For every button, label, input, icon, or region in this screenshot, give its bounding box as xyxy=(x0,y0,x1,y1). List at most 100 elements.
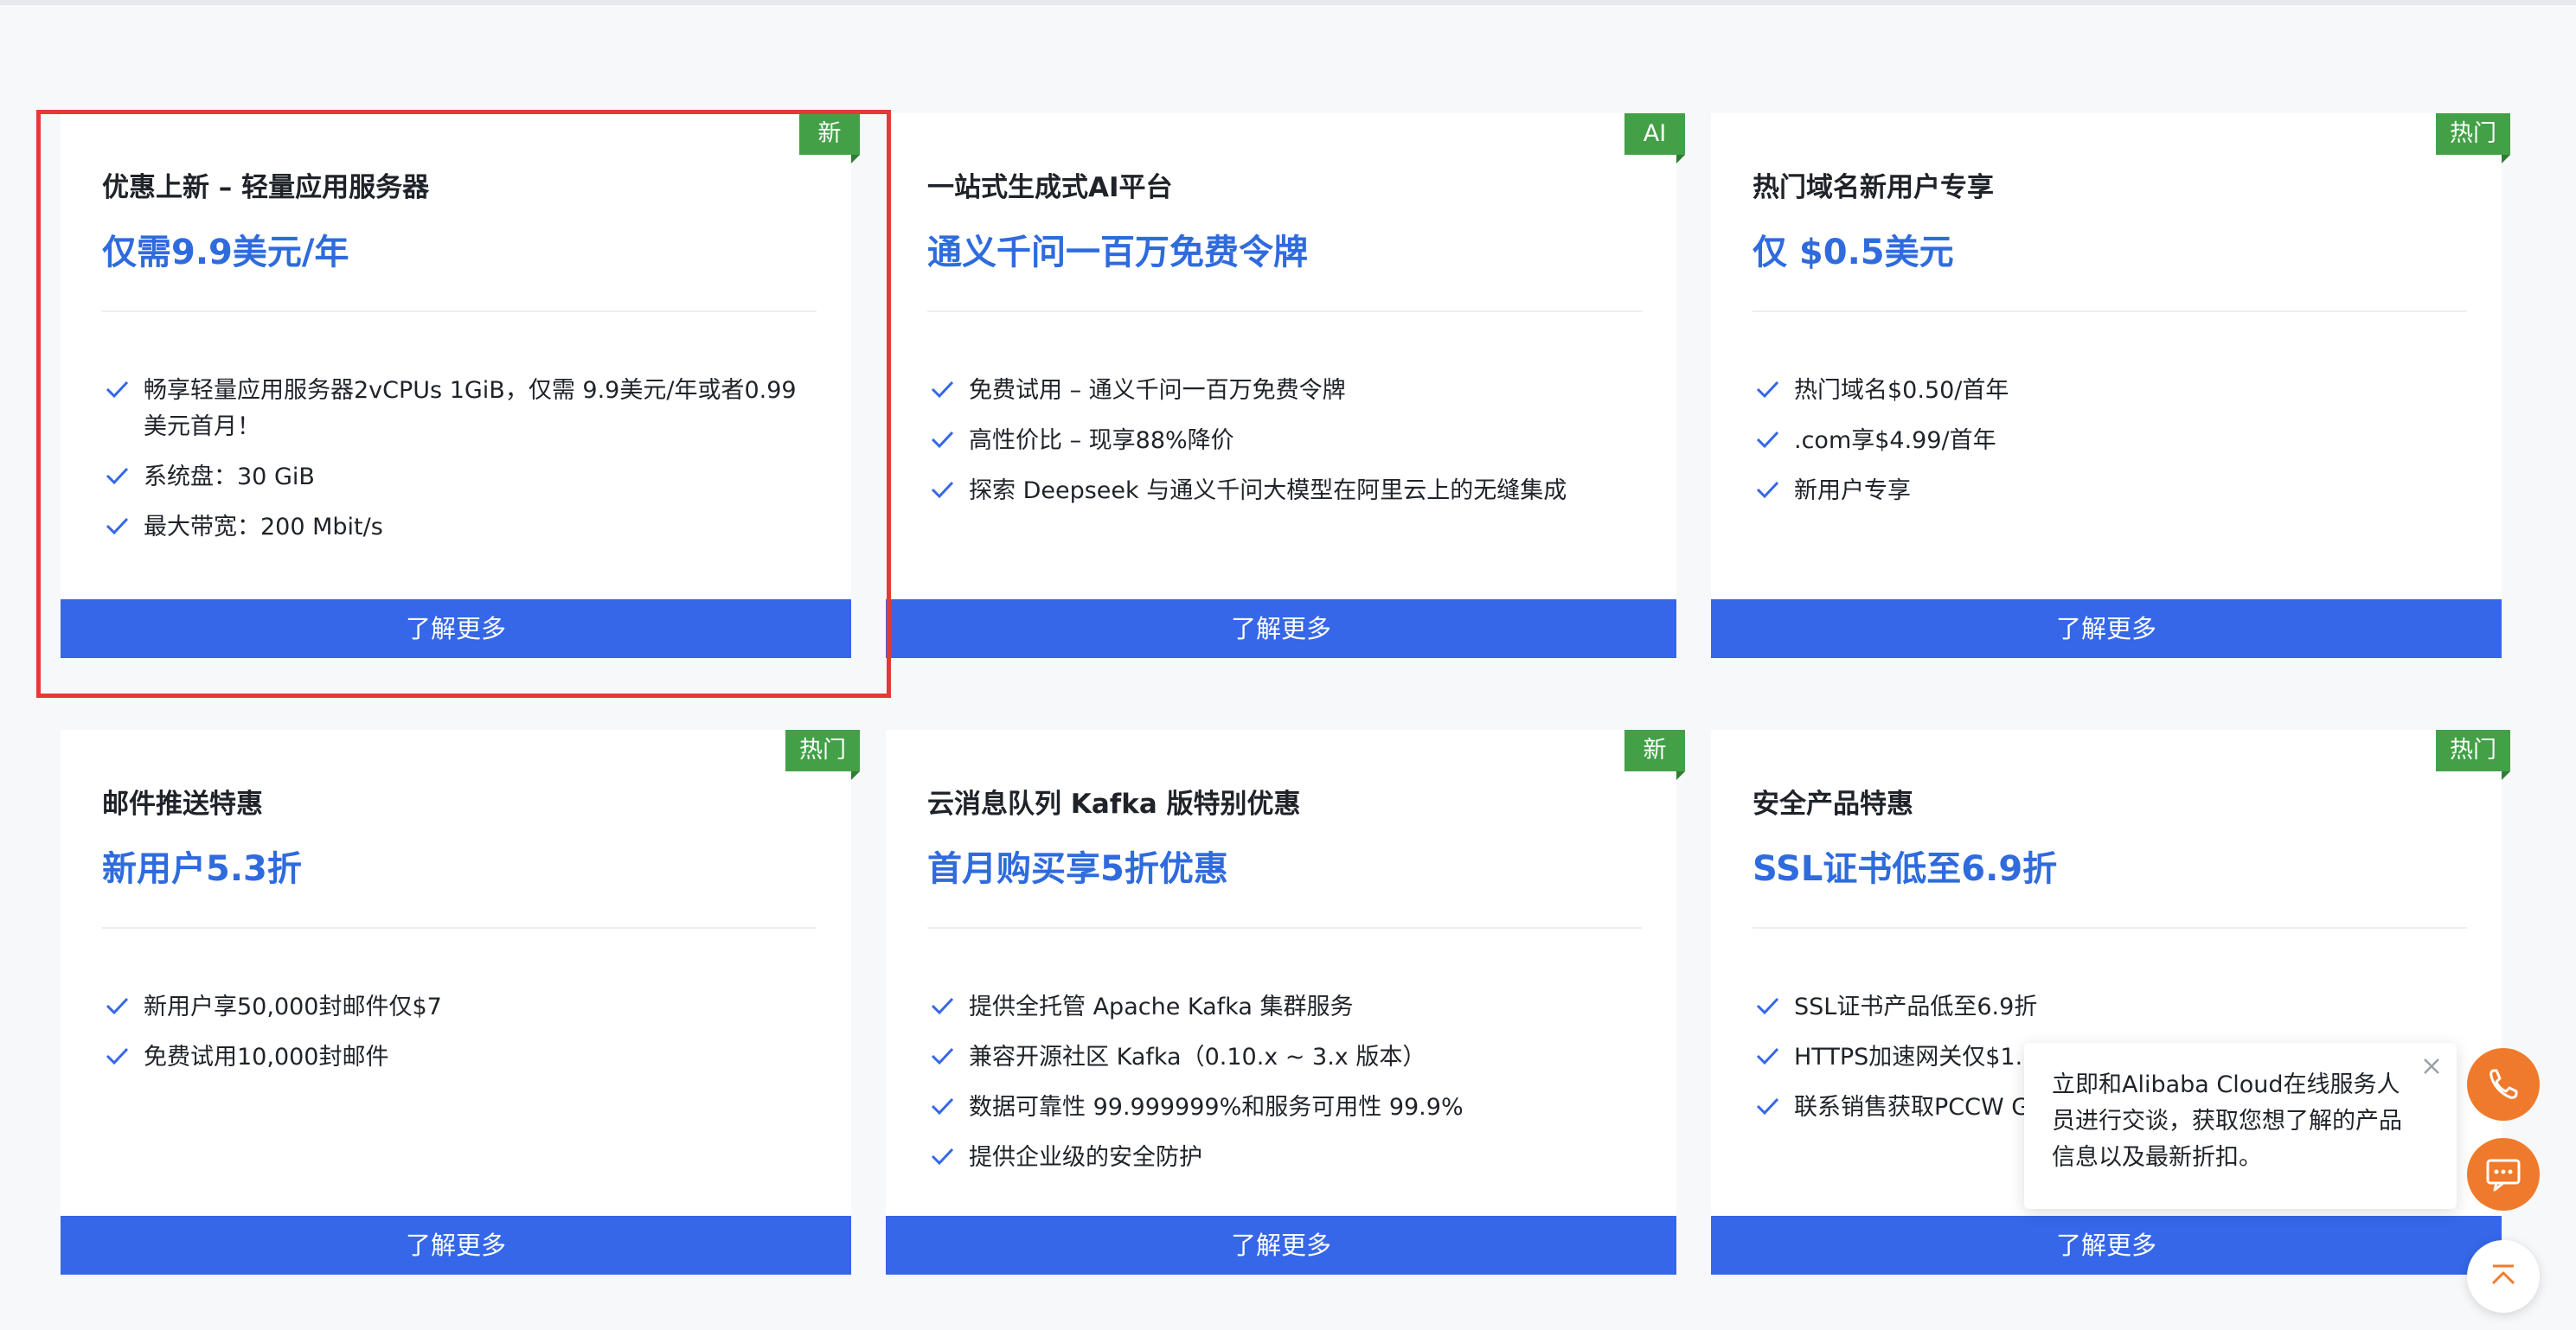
feature-item: .com享$4.99/首年 xyxy=(1753,423,2467,459)
chat-icon xyxy=(2486,1159,2521,1192)
feature-item: 高性价比 – 现享88%降价 xyxy=(927,423,1642,459)
card-divider xyxy=(927,927,1642,929)
card-divider xyxy=(102,310,817,312)
card-badge: 热门 xyxy=(785,730,860,780)
feature-item: 免费试用 – 通义千问一百万免费令牌 xyxy=(927,373,1642,409)
feature-item: 提供全托管 Apache Kafka 集群服务 xyxy=(927,989,1642,1026)
feature-text: SSL证书产品低至6.9折 xyxy=(1794,994,2038,1020)
feature-list: 新用户享50,000封邮件仅$7 免费试用10,000封邮件 xyxy=(102,989,817,1090)
feature-list: 畅享轻量应用服务器2vCPUs 1GiB，仅需 9.9美元/年或者0.99美元首… xyxy=(102,373,817,559)
feature-item: SSL证书产品低至6.9折 xyxy=(1753,989,2467,1026)
check-icon xyxy=(1756,481,1779,499)
chat-message: 立即和Alibaba Cloud在线服务人员进行交谈，获取您想了解的产品信息以及… xyxy=(2052,1071,2402,1171)
feature-item: 兼容开源社区 Kafka（0.10.x ~ 3.x 版本） xyxy=(927,1039,1642,1076)
feature-item: 提供企业级的安全防护 xyxy=(927,1140,1642,1176)
feature-item: 新用户专享 xyxy=(1753,473,2467,509)
feature-item: 数据可靠性 99.999999%和服务可用性 99.9% xyxy=(927,1090,1642,1126)
feature-text: 免费试用 – 通义千问一百万免费令牌 xyxy=(969,377,1346,404)
card-title: 邮件推送特惠 xyxy=(102,789,263,820)
feature-text: 热门域名$0.50/首年 xyxy=(1794,377,2009,404)
learn-more-button[interactable]: 了解更多 xyxy=(61,599,851,658)
feature-text: 最大带宽：200 Mbit/s xyxy=(144,514,383,540)
feature-text: 系统盘：30 GiB xyxy=(144,464,315,490)
promo-card-kafka: 新 云消息队列 Kafka 版特别优惠 首月购买享5折优惠 提供全托管 Apac… xyxy=(886,730,1685,1275)
check-icon xyxy=(931,1097,954,1116)
feature-text: 免费试用10,000封邮件 xyxy=(144,1044,389,1071)
phone-icon xyxy=(2489,1069,2518,1099)
feature-list: 免费试用 – 通义千问一百万免费令牌 高性价比 – 现享88%降价 探索 Dee… xyxy=(927,373,1642,523)
card-badge: 热门 xyxy=(2436,730,2510,780)
card-subtitle: SSL证书低至6.9折 xyxy=(1753,849,2058,889)
feature-item: 新用户享50,000封邮件仅$7 xyxy=(102,989,817,1026)
promo-card-lighthouse: 新 优惠上新 – 轻量应用服务器 仅需9.9美元/年 畅享轻量应用服务器2vCP… xyxy=(61,113,860,658)
card-badge: AI xyxy=(1624,113,1685,163)
card-badge: 新 xyxy=(799,113,860,163)
feature-text: 提供全托管 Apache Kafka 集群服务 xyxy=(969,994,1354,1020)
card-divider xyxy=(1753,310,2467,312)
feature-list: 热门域名$0.50/首年 .com享$4.99/首年 新用户专享 xyxy=(1753,373,2467,523)
feature-text: 数据可靠性 99.999999%和服务可用性 99.9% xyxy=(969,1094,1464,1121)
check-icon xyxy=(931,1148,954,1166)
feature-list: 提供全托管 Apache Kafka 集群服务 兼容开源社区 Kafka（0.1… xyxy=(927,989,1642,1190)
chat-popup[interactable]: 立即和Alibaba Cloud在线服务人员进行交谈，获取您想了解的产品信息以及… xyxy=(2024,1043,2457,1209)
learn-more-button[interactable]: 了解更多 xyxy=(886,1216,1676,1275)
promo-card-domains: 热门 热门域名新用户专享 仅 $0.5美元 热门域名$0.50/首年 .com享… xyxy=(1711,113,2510,658)
feature-text: 提供企业级的安全防护 xyxy=(969,1144,1202,1171)
feature-item: 免费试用10,000封邮件 xyxy=(102,1039,817,1076)
promo-card-email: 热门 邮件推送特惠 新用户5.3折 新用户享50,000封邮件仅$7 免费试用1… xyxy=(61,730,860,1275)
card-title: 优惠上新 – 轻量应用服务器 xyxy=(102,172,430,203)
card-subtitle: 新用户5.3折 xyxy=(102,849,302,889)
learn-more-button[interactable]: 了解更多 xyxy=(886,599,1676,658)
card-title: 云消息队列 Kafka 版特别优惠 xyxy=(927,789,1301,820)
feature-text: .com享$4.99/首年 xyxy=(1794,427,1996,454)
check-icon xyxy=(1756,997,1779,1015)
promo-card-ai-platform: AI 一站式生成式AI平台 通义千问一百万免费令牌 免费试用 – 通义千问一百万… xyxy=(886,113,1685,658)
close-icon[interactable] xyxy=(2419,1053,2445,1079)
check-icon xyxy=(931,380,954,399)
check-icon xyxy=(931,481,954,499)
card-title: 热门域名新用户专享 xyxy=(1753,172,1994,203)
check-icon xyxy=(931,1047,954,1065)
check-icon xyxy=(106,380,129,399)
learn-more-button[interactable]: 了解更多 xyxy=(1711,599,2502,658)
feature-text: 畅享轻量应用服务器2vCPUs 1GiB，仅需 9.9美元/年或者0.99美元首… xyxy=(144,377,797,440)
check-icon xyxy=(1756,1097,1779,1116)
card-badge: 新 xyxy=(1624,730,1685,780)
card-badge: 热门 xyxy=(2436,113,2510,163)
card-divider xyxy=(102,927,817,929)
feature-item: 探索 Deepseek 与通义千问大模型在阿里云上的无缝集成 xyxy=(927,473,1642,509)
learn-more-button[interactable]: 了解更多 xyxy=(1711,1216,2502,1275)
feature-text: 新用户专享 xyxy=(1794,477,1911,504)
feature-text: 探索 Deepseek 与通义千问大模型在阿里云上的无缝集成 xyxy=(969,477,1567,504)
feature-item: 最大带宽：200 Mbit/s xyxy=(102,509,817,546)
card-subtitle: 仅 $0.5美元 xyxy=(1753,233,1954,272)
check-icon xyxy=(1756,431,1779,449)
learn-more-button[interactable]: 了解更多 xyxy=(61,1216,851,1275)
feature-text: 高性价比 – 现享88%降价 xyxy=(969,427,1234,454)
check-icon xyxy=(106,997,129,1015)
phone-button[interactable] xyxy=(2467,1048,2540,1121)
check-icon xyxy=(1756,1047,1779,1065)
check-icon xyxy=(931,431,954,449)
card-subtitle: 通义千问一百万免费令牌 xyxy=(927,233,1308,272)
feature-item: 热门域名$0.50/首年 xyxy=(1753,373,2467,409)
check-icon xyxy=(106,467,129,485)
feature-text: 新用户享50,000封邮件仅$7 xyxy=(144,994,442,1020)
check-icon xyxy=(106,1047,129,1065)
back-to-top-button[interactable] xyxy=(2467,1240,2540,1313)
card-divider xyxy=(1753,927,2467,929)
feature-text: 兼容开源社区 Kafka（0.10.x ~ 3.x 版本） xyxy=(969,1044,1426,1071)
feature-item: 系统盘：30 GiB xyxy=(102,459,817,496)
check-icon xyxy=(106,517,129,535)
check-icon xyxy=(931,997,954,1015)
card-divider xyxy=(927,310,1642,312)
card-title: 安全产品特惠 xyxy=(1753,789,1913,820)
card-subtitle: 首月购买享5折优惠 xyxy=(927,849,1228,889)
chat-button[interactable] xyxy=(2467,1138,2540,1211)
card-subtitle: 仅需9.9美元/年 xyxy=(102,233,349,272)
check-icon xyxy=(1756,380,1779,399)
top-divider xyxy=(0,0,2576,5)
card-title: 一站式生成式AI平台 xyxy=(927,172,1173,203)
feature-item: 畅享轻量应用服务器2vCPUs 1GiB，仅需 9.9美元/年或者0.99美元首… xyxy=(102,373,817,445)
back-to-top-icon xyxy=(2491,1264,2515,1285)
